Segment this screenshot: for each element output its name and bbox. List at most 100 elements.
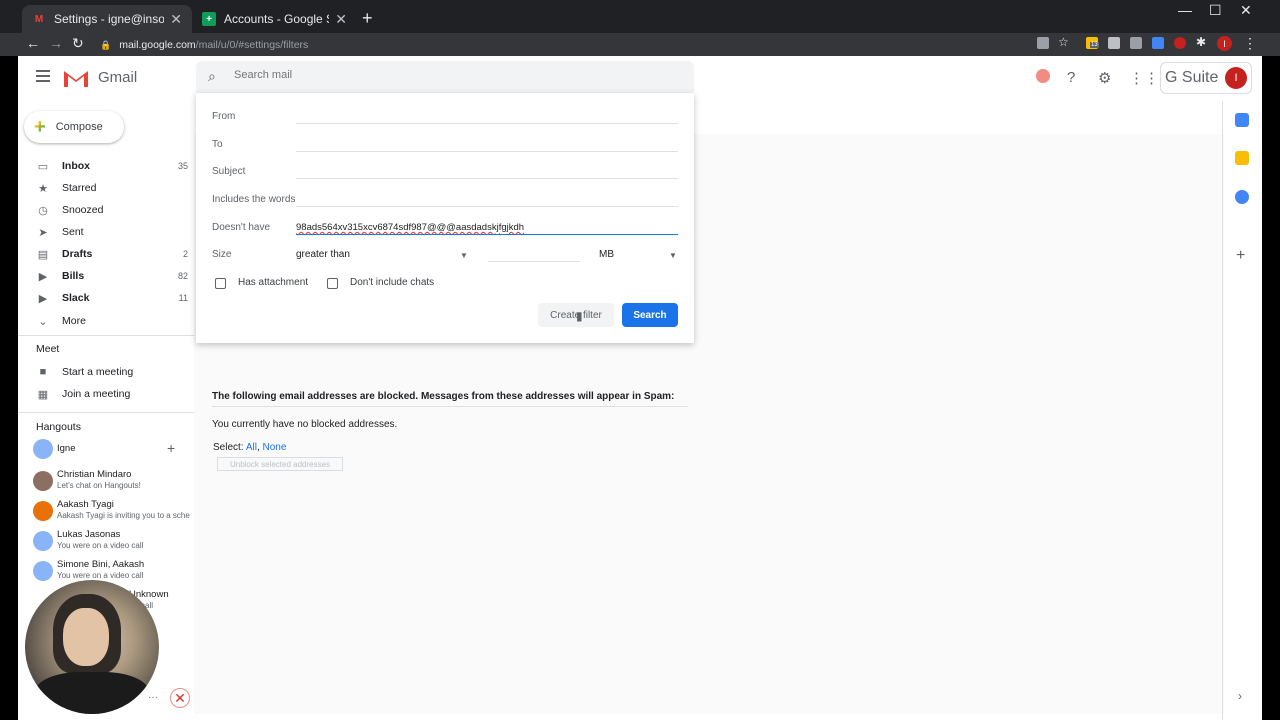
video-icon: ■ [39,366,47,378]
menu-kebab-icon[interactable]: ⋮ [1243,35,1257,52]
gear-icon[interactable]: ⚙ [1098,69,1111,87]
gsuite-label: G Suite [1165,69,1219,86]
search-button[interactable]: Search [622,303,678,327]
select-row: Select: All, None [213,442,287,453]
zoom-extension-icon[interactable] [1152,37,1164,49]
keep-icon[interactable] [1235,151,1249,165]
search-input[interactable] [234,69,634,81]
to-field[interactable] [296,151,678,152]
puzzle-icon[interactable]: ✱ [1196,35,1206,49]
contact-avatar [33,531,53,551]
sidebar-item-more[interactable]: ⌄ More [18,310,188,332]
sidebar-item-snoozed[interactable]: ◷ Snoozed [18,199,188,221]
forward-icon[interactable]: → [49,35,63,51]
contact-avatar [33,501,53,521]
sidebar-item-drafts[interactable]: ▤ Drafts 2 [18,243,188,265]
mouse-cursor-icon: ▮ [576,309,583,323]
tab-title: Accounts - Google Sheets [224,12,329,26]
record-extension-icon[interactable] [1174,37,1186,49]
hangouts-section-title: Hangouts [36,421,81,433]
help-icon[interactable]: ? [1067,69,1075,86]
clock-icon: ◷ [38,204,48,217]
to-label: To [212,139,223,150]
unblock-button[interactable]: Unblock selected addresses [217,457,343,471]
doesnt-have-underline [296,234,678,235]
hangout-contact[interactable]: Christian Mindaro Let's chat on Hangouts… [33,469,193,497]
webcam-overlay [25,580,159,714]
hangout-contact[interactable]: Lukas Jasonas You were on a video call [33,529,193,557]
start-meeting-item[interactable]: ■ Start a meeting [18,361,188,383]
more-options-icon[interactable]: ··· [146,690,160,704]
camera-extension-icon[interactable] [1037,37,1049,49]
tab-accounts-sheets[interactable]: + Accounts - Google Sheets ✕ [192,5,357,33]
maximize-icon[interactable]: ☐ [1209,2,1222,19]
includes-field[interactable] [296,206,678,207]
status-icon[interactable] [1036,69,1050,83]
from-field[interactable] [296,123,678,124]
sidebar-item-count: 82 [177,271,188,281]
reload-icon[interactable]: ↻ [72,35,84,52]
sidebar-item-sent[interactable]: ➤ Sent [18,221,188,243]
profile-avatar[interactable]: I [1217,36,1232,51]
chevron-right-icon[interactable]: › [1238,689,1242,703]
add-addon-icon[interactable]: + [1236,247,1245,265]
join-meeting-item[interactable]: ▦ Join a meeting [18,383,188,405]
close-window-icon[interactable]: ✕ [1240,2,1252,19]
new-tab-button[interactable]: + [362,8,373,29]
sidebar-item-label: Inbox [62,160,90,172]
tab-title: Settings - igne@insoftia.com [54,12,165,26]
address-bar[interactable]: 🔒 mail.google.com/mail/u/0/#settings/fil… [100,36,1030,54]
extension-icon[interactable] [1130,37,1142,49]
contact-status: Let's chat on Hangouts! [57,481,141,490]
chevron-down-icon: ▼ [460,251,468,260]
compose-button[interactable]: + Compose [24,111,124,143]
size-label: Size [212,249,232,260]
self-name[interactable]: Igne [57,443,76,454]
back-icon[interactable]: ← [26,35,40,51]
main-menu-icon[interactable] [36,70,50,85]
blocked-empty-text: You currently have no blocked addresses. [212,419,398,430]
divider [212,406,688,407]
plus-icon: + [34,115,46,138]
select-all-link[interactable]: All [246,442,257,453]
contact-status: Aakash Tyagi is inviting you to a sche [57,511,190,520]
inbox-icon: ▭ [37,160,49,173]
account-avatar[interactable]: I [1225,67,1247,89]
star-bookmark-icon[interactable]: ☆ [1058,35,1069,49]
sidebar-item-bills[interactable]: ▶ Bills 82 [18,265,188,287]
hangout-contact[interactable]: Aakash Tyagi Aakash Tyagi is inviting yo… [33,499,193,527]
size-value-field[interactable] [488,261,580,262]
subject-field[interactable] [296,178,678,179]
minimize-icon[interactable]: — [1178,2,1192,18]
meet-section-title: Meet [36,343,60,355]
size-unit-select[interactable]: MB [599,249,614,260]
has-attachment-checkbox[interactable] [215,278,226,289]
search-icon[interactable]: ⌕ [208,68,216,85]
blocked-title: The following email addresses are blocke… [212,391,675,402]
size-operator-select[interactable]: greater than [296,249,350,260]
no-chats-checkbox[interactable] [327,278,338,289]
sidebar-item-starred[interactable]: ★ Starred [18,177,188,199]
star-icon: ★ [38,182,48,195]
sidebar-item-inbox[interactable]: ▭ Inbox 35 [18,155,188,177]
add-contact-icon[interactable]: + [167,440,175,456]
label-icon: ▶ [38,292,48,305]
sidebar-item-label: Starred [62,182,97,194]
sidebar-item-slack[interactable]: ▶ Slack 11 [18,287,188,309]
sidebar-item-label: Snoozed [62,204,104,216]
doesnt-have-field[interactable]: 98ads564xv315xcv6874sdf987@@@aasdadskjfg… [296,222,524,233]
doesnt-have-label: Doesn't have [212,222,271,233]
tab-strip: M Settings - igne@insoftia.com ✕ + Accou… [0,0,1280,33]
tab-settings[interactable]: M Settings - igne@insoftia.com ✕ [22,5,192,33]
close-icon[interactable]: ✕ [170,688,190,708]
search-bar[interactable]: ⌕ [196,61,694,93]
apps-grid-icon[interactable]: ⋮⋮ [1129,69,1159,87]
sidebar-item-label: Slack [62,292,90,304]
tasks-icon[interactable] [1235,190,1249,204]
close-tab-icon[interactable]: ✕ [170,11,182,28]
select-none-link[interactable]: None [263,442,287,453]
contact-name: Simone Bini, Aakash [57,559,145,570]
mail-extension-icon[interactable] [1108,37,1120,49]
close-tab-icon[interactable]: ✕ [335,11,347,28]
calendar-icon[interactable] [1235,113,1249,127]
